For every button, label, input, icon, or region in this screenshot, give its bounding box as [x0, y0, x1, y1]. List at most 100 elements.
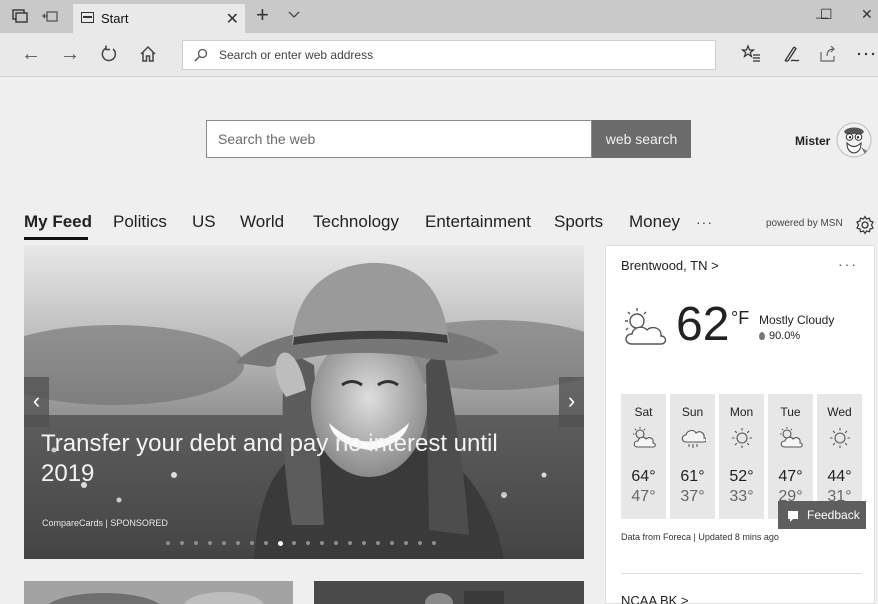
tab-us[interactable]: US	[192, 212, 216, 232]
carousel-dot[interactable]	[376, 541, 380, 545]
chevron-down-icon[interactable]	[287, 7, 301, 21]
web-search-button[interactable]: web search	[592, 120, 691, 158]
more-tabs-button[interactable]: ···	[696, 214, 713, 230]
start-page: web search Mister My Feed Politics US Wo…	[0, 78, 878, 604]
home-icon[interactable]	[139, 45, 157, 63]
powered-by-msn: powered by MSN	[766, 218, 843, 229]
story-card[interactable]	[314, 581, 584, 604]
tab-my-feed[interactable]: My Feed	[24, 212, 92, 232]
story-card[interactable]	[24, 581, 293, 604]
gear-icon[interactable]	[855, 215, 875, 235]
tab-title: Start	[101, 11, 129, 26]
pen-icon[interactable]	[782, 44, 802, 64]
new-tab-button[interactable]: +	[256, 2, 269, 28]
tab-entertainment[interactable]: Entertainment	[425, 212, 531, 232]
hero-carousel[interactable]: ‹ › Transfer your debt and pay no intere…	[24, 245, 584, 559]
address-input[interactable]	[219, 41, 699, 69]
partly-cloudy-icon	[633, 427, 656, 448]
web-search-input[interactable]	[207, 121, 591, 157]
carousel-dot[interactable]	[194, 541, 198, 545]
forecast-day-name: Sun	[681, 405, 704, 419]
forecast-day-name: Sat	[634, 405, 653, 419]
sunny-icon	[732, 428, 752, 448]
hero-headline[interactable]: Transfer your debt and pay no interest u…	[41, 429, 541, 489]
carousel-dot[interactable]	[264, 541, 268, 545]
carousel-dot[interactable]	[432, 541, 436, 545]
divider	[621, 573, 861, 574]
search-icon	[194, 48, 208, 62]
feedback-label: Feedback	[807, 508, 860, 522]
forecast-day-name: Wed	[827, 405, 852, 419]
forecast-low: 33°	[729, 488, 754, 505]
carousel-dot[interactable]	[278, 540, 283, 546]
carousel-dot[interactable]	[306, 541, 310, 545]
tab-preview-icon[interactable]	[12, 9, 28, 23]
carousel-dot[interactable]	[236, 541, 240, 545]
sunny-icon	[830, 428, 850, 448]
forecast-day-name: Mon	[729, 405, 754, 419]
forecast-day[interactable]: Sun 61° 37°	[670, 394, 715, 519]
set-tabs-aside-icon[interactable]	[42, 9, 58, 23]
carousel-dot[interactable]	[362, 541, 366, 545]
back-button[interactable]: ←	[21, 43, 41, 65]
forecast-low: 37°	[680, 488, 705, 505]
tab-money[interactable]: Money	[629, 212, 680, 232]
carousel-next-button[interactable]: ›	[559, 377, 584, 427]
weather-data-source[interactable]: Data from Foreca | Updated 8 mins ago	[621, 532, 779, 542]
avatar[interactable]	[836, 122, 872, 158]
story-image	[314, 581, 584, 604]
story-image	[24, 581, 293, 604]
carousel-dot[interactable]	[418, 541, 422, 545]
tab-sports[interactable]: Sports	[554, 212, 603, 232]
weather-location[interactable]: Brentwood, TN >	[621, 258, 719, 273]
forecast-day[interactable]: Sat 64° 47°	[621, 394, 666, 519]
partly-cloudy-icon	[780, 427, 803, 448]
weather-menu-button[interactable]: ···	[838, 256, 858, 272]
temperature-unit[interactable]: °F	[731, 308, 749, 329]
tab-world[interactable]: World	[240, 212, 284, 232]
carousel-dot[interactable]	[320, 541, 324, 545]
current-temperature: 62	[676, 298, 730, 351]
tab-technology[interactable]: Technology	[313, 212, 399, 232]
forecast-high: 64°	[631, 468, 656, 485]
forecast-day[interactable]: Mon 52° 33°	[719, 394, 764, 519]
title-bar: Start ✕ + — ☐ ✕	[0, 0, 878, 33]
maximize-button[interactable]: ☐	[820, 6, 833, 23]
weather-card: Brentwood, TN > ··· 62 °F Mostly Cloudy …	[605, 245, 875, 604]
carousel-dot[interactable]	[390, 541, 394, 545]
carousel-dot[interactable]	[404, 541, 408, 545]
forecast-high: 44°	[827, 468, 852, 485]
carousel-dot[interactable]	[348, 541, 352, 545]
forecast-high: 47°	[778, 468, 803, 485]
carousel-dot[interactable]	[334, 541, 338, 545]
close-tab-icon[interactable]: ✕	[226, 9, 239, 29]
feedback-button[interactable]: Feedback	[778, 501, 866, 529]
tab-politics[interactable]: Politics	[113, 212, 167, 232]
carousel-dot[interactable]	[208, 541, 212, 545]
hero-image	[24, 245, 584, 559]
user-name[interactable]: Mister	[795, 134, 830, 148]
forecast-high: 61°	[680, 468, 705, 485]
tab-start[interactable]: Start ✕	[73, 4, 245, 33]
share-icon[interactable]	[818, 44, 838, 64]
carousel-dot[interactable]	[180, 541, 184, 545]
precipitation: 90.0%	[759, 330, 800, 342]
refresh-icon[interactable]	[100, 45, 118, 63]
forecast-day-name: Tue	[780, 405, 801, 419]
close-window-button[interactable]: ✕	[861, 6, 873, 23]
address-bar[interactable]	[182, 40, 716, 70]
favorites-hub-icon[interactable]	[741, 44, 761, 64]
web-search-box[interactable]	[206, 120, 592, 158]
weather-condition: Mostly Cloudy	[759, 313, 835, 327]
carousel-dot[interactable]	[166, 541, 170, 545]
more-options-icon[interactable]	[856, 44, 876, 64]
feed-navigation: My Feed Politics US World Technology Ent…	[0, 212, 878, 240]
hero-source: CompareCards | SPONSORED	[42, 518, 168, 528]
carousel-dot[interactable]	[222, 541, 226, 545]
carousel-prev-button[interactable]: ‹	[24, 377, 49, 427]
carousel-dot[interactable]	[292, 541, 296, 545]
forward-button[interactable]: →	[60, 43, 80, 65]
forecast-high: 52°	[729, 468, 754, 485]
ncaa-bk-link[interactable]: NCAA BK >	[621, 593, 689, 604]
carousel-dot[interactable]	[250, 541, 254, 545]
